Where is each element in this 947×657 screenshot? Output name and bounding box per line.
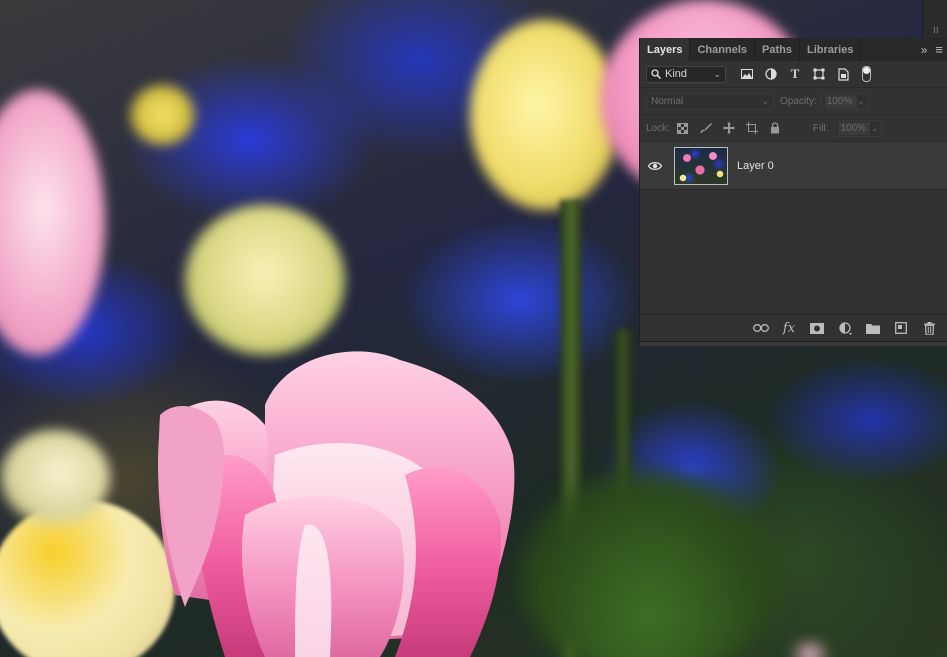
lock-row: Lock: Fill: 100% ⌄	[640, 115, 947, 142]
fill-field[interactable]: 100% ⌄	[834, 119, 883, 137]
blend-mode-select[interactable]: Normal ⌄	[646, 92, 774, 110]
eye-icon	[648, 161, 662, 170]
filter-kind-select[interactable]: Kind ⌄	[646, 65, 726, 83]
blend-mode-value: Normal	[651, 95, 684, 107]
panel-tab-bar: Layers Channels Paths Libraries » ≡	[640, 38, 947, 61]
trash-icon[interactable]	[921, 320, 937, 336]
new-layer-icon[interactable]	[893, 320, 909, 336]
layer-row[interactable]: Layer 0	[640, 142, 947, 190]
type-filter-icon[interactable]: T	[788, 66, 802, 81]
pink-blur-bottom-right	[785, 640, 835, 657]
lock-label: Lock:	[646, 122, 670, 134]
panel-resize-grip[interactable]	[640, 342, 947, 346]
layer-filter-row: Kind ⌄ T	[640, 61, 947, 88]
yellow-tulip-top	[470, 20, 620, 210]
chevron-down-icon: ⌄	[870, 122, 879, 133]
shape-filter-icon[interactable]	[812, 67, 826, 81]
lock-transparent-pixels-icon[interactable]	[676, 121, 690, 135]
layer-name[interactable]: Layer 0	[737, 160, 774, 172]
chevron-down-icon: ⌄	[857, 95, 865, 106]
fill-label: Fill:	[812, 122, 829, 134]
fx-icon[interactable]: fx	[781, 320, 797, 336]
opacity-value: 100%	[826, 95, 853, 107]
green-leaves	[520, 470, 780, 657]
panel-menu-icon[interactable]: ≡	[935, 42, 943, 57]
filter-toggle[interactable]	[862, 66, 871, 82]
lock-artboard-icon[interactable]	[745, 121, 759, 135]
search-icon	[651, 69, 661, 79]
opacity-label: Opacity:	[780, 95, 817, 107]
blend-row: Normal ⌄ Opacity: 100% ⌄	[640, 88, 947, 115]
filter-kind-label: Kind	[665, 68, 688, 80]
chevron-down-icon: ⌄	[761, 95, 769, 106]
chevron-down-icon: ⌄	[713, 68, 721, 79]
yellow-blur-small	[130, 85, 195, 145]
layer-thumbnail	[674, 146, 728, 185]
pink-tulip-left	[0, 90, 105, 355]
lock-position-icon[interactable]	[722, 121, 736, 135]
opacity-field[interactable]: 100% ⌄	[820, 92, 869, 110]
collapse-panel-icon[interactable]: »	[921, 43, 928, 57]
adjustment-filter-icon[interactable]	[764, 67, 778, 81]
lock-all-icon[interactable]	[768, 121, 782, 135]
fill-value: 100%	[840, 122, 867, 134]
tab-channels[interactable]: Channels	[690, 38, 755, 61]
new-group-icon[interactable]	[865, 320, 881, 336]
layers-panel: Layers Channels Paths Libraries » ≡ Kind…	[639, 38, 947, 346]
tab-libraries[interactable]: Libraries	[800, 38, 862, 61]
link-layers-icon[interactable]	[753, 320, 769, 336]
tab-paths[interactable]: Paths	[755, 38, 800, 61]
lock-image-pixels-icon[interactable]	[699, 121, 713, 135]
smartobject-filter-icon[interactable]	[836, 67, 850, 81]
visibility-toggle[interactable]	[640, 161, 670, 171]
add-mask-icon[interactable]	[809, 320, 825, 336]
pixel-filter-icon[interactable]	[740, 67, 754, 81]
green-bud	[185, 205, 345, 355]
panel-footer: fx	[640, 314, 947, 341]
adjustment-layer-icon[interactable]	[837, 320, 853, 336]
tab-layers[interactable]: Layers	[640, 38, 691, 61]
pale-bud-left	[0, 430, 110, 525]
pink-tulip-main	[158, 351, 515, 657]
yellow-tulip-bottom-left	[0, 500, 175, 657]
dock-grip-icon[interactable]: ⁝⁝	[933, 25, 943, 35]
